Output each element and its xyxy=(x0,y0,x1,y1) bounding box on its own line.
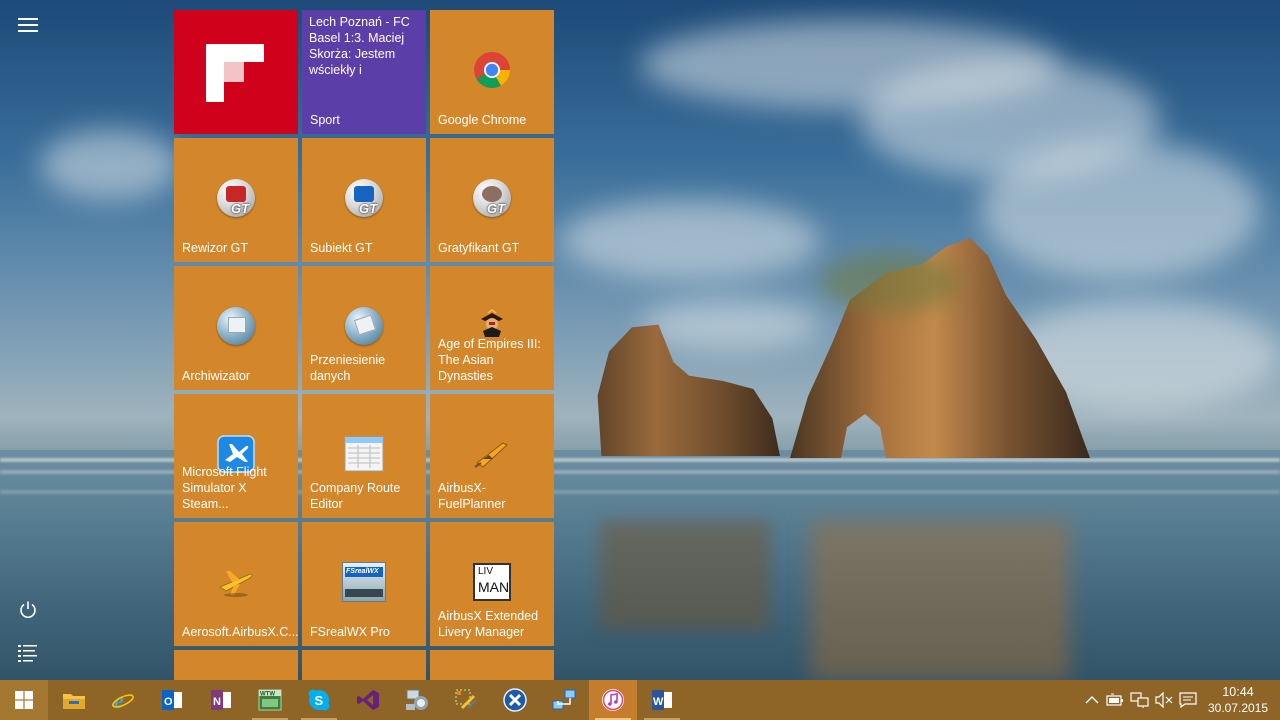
taskbar-clock[interactable]: 10:44 30.07.2015 xyxy=(1204,684,1272,716)
subiekt-gt-icon: GT xyxy=(344,178,384,218)
word-icon[interactable]: W xyxy=(638,680,686,720)
tile-subiekt-gt[interactable]: GT Subiekt GT xyxy=(302,138,426,262)
battery-icon[interactable] xyxy=(1105,690,1125,710)
x-app-icon[interactable] xyxy=(491,680,539,720)
tile-flipboard[interactable] xyxy=(174,10,298,134)
svg-text:S: S xyxy=(315,693,324,708)
tile-label: Przeniesienie danych xyxy=(310,353,386,383)
clock-date: 30.07.2015 xyxy=(1207,701,1269,715)
all-apps-icon[interactable] xyxy=(8,633,48,673)
tile-label: Company Route Editor xyxy=(310,481,401,511)
svg-text:O: O xyxy=(164,696,173,708)
tile-label: Gratyfikant GT xyxy=(438,241,520,255)
tile-label: Age of Empires III: The Asian Dynasties xyxy=(438,337,541,383)
gratyfikant-gt-icon: GT xyxy=(472,178,512,218)
action-center-icon[interactable] xyxy=(1178,690,1198,710)
outlook-icon[interactable]: O xyxy=(148,680,196,720)
chevron-up-icon[interactable] xyxy=(1082,690,1102,710)
windows-start-icon[interactable] xyxy=(0,680,48,720)
onenote-icon[interactable]: N xyxy=(197,680,245,720)
fuel-planner-icon xyxy=(472,434,512,474)
wtw-icon[interactable]: WTW xyxy=(246,680,294,720)
svg-text:W: W xyxy=(653,696,664,708)
tile-age-of-empires[interactable]: Age of Empires III: The Asian Dynasties xyxy=(430,266,554,390)
route-editor-icon xyxy=(344,434,384,474)
tile-label: Sport xyxy=(310,113,340,127)
tile-flight-simulator-x[interactable]: Microsoft Flight Simulator X Steam... xyxy=(174,394,298,518)
tile-company-route-editor[interactable]: Company Route Editor xyxy=(302,394,426,518)
tile-gratyfikant-gt[interactable]: GT Gratyfikant GT xyxy=(430,138,554,262)
livery-manager-icon: LIV MAN xyxy=(472,562,512,602)
news-headline: Lech Poznań - FC Basel 1:3. Maciej Skorż… xyxy=(309,15,410,77)
power-icon[interactable] xyxy=(8,590,48,630)
tile-label: Microsoft Flight Simulator X Steam... xyxy=(182,465,267,511)
itunes-icon[interactable] xyxy=(589,680,637,720)
yellow-plane-icon xyxy=(216,562,256,602)
tile-label: Archiwizator xyxy=(182,369,251,383)
tile-partial[interactable] xyxy=(430,650,554,680)
file-explorer-icon[interactable] xyxy=(50,680,98,720)
tile-label: Subiekt GT xyxy=(310,241,373,255)
tile-label: FSrealWX Pro xyxy=(310,625,390,639)
rewizor-gt-icon: GT xyxy=(216,178,256,218)
skype-icon[interactable]: S xyxy=(295,680,343,720)
chrome-icon xyxy=(472,50,512,90)
network-icon[interactable] xyxy=(1130,690,1150,710)
tile-archiwizator[interactable]: Archiwizator xyxy=(174,266,298,390)
tile-partial[interactable] xyxy=(302,650,426,680)
tile-airbusx-livery-manager[interactable]: LIV MAN AirbusX Extended Livery Manager xyxy=(430,522,554,646)
tile-airbusx-fuelplanner[interactable]: AirbusX-FuelPlanner xyxy=(430,394,554,518)
volume-muted-icon[interactable] xyxy=(1154,690,1174,710)
flipboard-icon xyxy=(206,44,264,102)
hamburger-icon[interactable] xyxy=(8,5,48,45)
tile-news-sport[interactable]: Lech Poznań - FC Basel 1:3. Maciej Skorż… xyxy=(302,10,426,134)
network-connection-icon[interactable] xyxy=(540,680,588,720)
taskbar: e O N WTW S W 10:44 30.07.2015 xyxy=(0,680,1280,720)
fsrealwx-icon: FSrealWX xyxy=(342,562,386,602)
clock-time: 10:44 xyxy=(1222,685,1254,699)
tile-aerosoft-airbusx[interactable]: Aerosoft.AirbusX.C... xyxy=(174,522,299,646)
data-transfer-icon xyxy=(344,306,384,346)
tile-label: Aerosoft.AirbusX.C... xyxy=(182,625,299,639)
tile-partial[interactable] xyxy=(174,650,298,680)
tile-label: AirbusX Extended Livery Manager xyxy=(438,609,539,639)
internet-explorer-icon[interactable]: e xyxy=(99,680,147,720)
svg-text:WTW: WTW xyxy=(260,692,275,698)
tile-label: Google Chrome xyxy=(438,113,527,127)
tile-google-chrome[interactable]: Google Chrome xyxy=(430,10,554,134)
svg-text:N: N xyxy=(213,696,221,708)
tile-label: AirbusX-FuelPlanner xyxy=(438,481,506,511)
tools-icon[interactable] xyxy=(442,680,490,720)
tile-label: Rewizor GT xyxy=(182,241,248,255)
tile-przeniesienie-danych[interactable]: Przeniesienie danych xyxy=(302,266,426,390)
tile-rewizor-gt[interactable]: GT Rewizor GT xyxy=(174,138,298,262)
tile-fsrealwx-pro[interactable]: FSrealWX FSrealWX Pro xyxy=(302,522,426,646)
archiwizator-icon xyxy=(216,306,256,346)
visual-studio-icon[interactable] xyxy=(344,680,392,720)
network-app-icon[interactable] xyxy=(393,680,441,720)
